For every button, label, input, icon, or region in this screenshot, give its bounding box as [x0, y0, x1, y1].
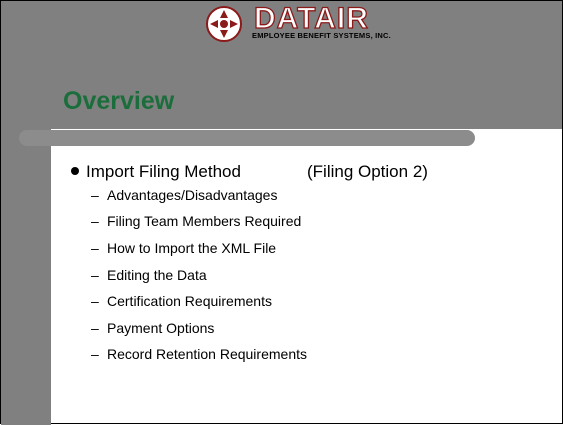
dash-icon: –	[91, 293, 99, 309]
filing-option-label: (Filing Option 2)	[307, 162, 428, 181]
sub-item-label: Advantages/Disadvantages	[107, 187, 278, 203]
main-bullet-label: Import Filing Method	[86, 162, 241, 181]
slide: DATAIR EMPLOYEE BENEFIT SYSTEMS, INC. Ov…	[0, 0, 563, 425]
logo-wordmark-text: DATAIR	[254, 2, 369, 32]
sub-item-label: Certification Requirements	[107, 293, 272, 309]
dash-icon: –	[91, 346, 99, 362]
left-band	[1, 1, 51, 425]
dash-icon: –	[91, 187, 99, 203]
dash-icon: –	[91, 267, 99, 283]
logo-mark-icon	[206, 6, 242, 42]
sub-item-label: Payment Options	[107, 320, 215, 336]
sub-item-label: Record Retention Requirements	[107, 346, 307, 362]
sub-item-label: How to Import the XML File	[107, 240, 277, 256]
bullet-dot-icon	[71, 167, 79, 175]
dash-icon: –	[91, 213, 99, 229]
company-logo: DATAIR EMPLOYEE BENEFIT SYSTEMS, INC.	[204, 2, 432, 44]
sub-item-label: Editing the Data	[107, 267, 207, 283]
logo-subtitle: EMPLOYEE BENEFIT SYSTEMS, INC.	[252, 31, 391, 40]
logo-wordmark: DATAIR	[253, 2, 369, 32]
slide-title: Overview	[63, 87, 175, 115]
title-divider	[19, 130, 475, 146]
sub-item-label: Filing Team Members Required	[107, 213, 302, 229]
dash-icon: –	[91, 320, 99, 336]
dash-icon: –	[91, 240, 99, 256]
